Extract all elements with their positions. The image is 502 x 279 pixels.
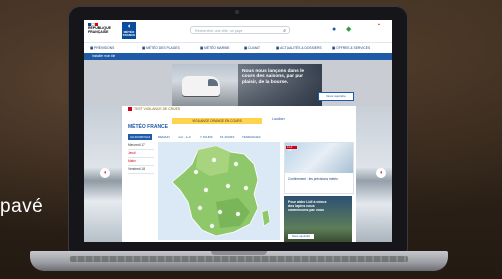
van-image xyxy=(182,76,220,96)
alert-icon[interactable]: ▲ xyxy=(372,22,386,39)
services-icon: ▣ xyxy=(332,46,336,50)
site-header: RÉPUBLIQUE FRANÇAISE ◖ MÉTÉO FRANCE Rech… xyxy=(84,20,392,42)
beach-icon: ▣ xyxy=(142,46,146,50)
brand-text: MÉTÉO FRANCE xyxy=(122,30,136,37)
day-item[interactable]: Mercredi 17 xyxy=(128,142,154,150)
forecast-tabs: AUJOURD'HUI DEMAIN J+2 - J+3 7 JOURS 15 … xyxy=(128,134,288,140)
promo-card-text: Pour aider Lidl à mieux dos lapins nous … xyxy=(288,200,327,212)
camera-icon xyxy=(235,10,239,14)
tab-15-jours[interactable]: 15 JOURS xyxy=(218,134,236,140)
keyboard xyxy=(70,256,408,262)
laptop-notch xyxy=(211,251,267,255)
laptop-screen: RÉPUBLIQUE FRANÇAISE ◖ MÉTÉO FRANCE Rech… xyxy=(84,20,392,242)
news-card[interactable]: Confinement : les prévisions météo xyxy=(284,142,354,194)
ad-text: Nous nous lançons dans le cours des sais… xyxy=(242,69,305,85)
news-icon: ▣ xyxy=(276,46,280,50)
nav-item-climat[interactable]: ▣CLIMAT xyxy=(244,46,260,50)
search-icon[interactable]: ⌕ xyxy=(283,27,286,35)
laptop-base xyxy=(30,251,448,271)
meteo-france-mark-icon: ◖ xyxy=(376,168,386,178)
france-map-svg xyxy=(171,145,271,237)
news-card-text: Confinement : les prévisions météo xyxy=(288,177,338,181)
nav-item-previsions[interactable]: ▣PRÉVISIONS xyxy=(90,46,114,50)
nav-item-actualites[interactable]: ▣ACTUALITÉS & DOSSIERS xyxy=(276,46,322,50)
tab-tendances[interactable]: TENDANCES xyxy=(240,134,263,140)
ad-button[interactable]: Nous rejoindre xyxy=(318,92,354,101)
vigilance-banner[interactable]: VIGILANCE ORANGE EN COURS xyxy=(172,118,262,124)
promo-card[interactable]: Pour aider Lidl à mieux dos lapins nous … xyxy=(284,196,352,242)
sub-bar: Installer mon tile xyxy=(84,53,392,60)
promo-card-button[interactable]: Nous rejoindre xyxy=(288,234,314,239)
france-weather-map[interactable] xyxy=(158,142,280,240)
tab-j2-j3[interactable]: J+2 - J+3 xyxy=(176,134,193,140)
right-snow-photo: ◖ xyxy=(356,106,392,242)
meteo-france-mark-icon: ◖ xyxy=(100,168,110,178)
republique-francaise-logo[interactable]: RÉPUBLIQUE FRANÇAISE xyxy=(88,23,114,39)
search-input[interactable]: Rechercher une ville, un pays ⌕ xyxy=(190,26,290,34)
user-icon[interactable]: ● xyxy=(332,25,336,34)
meteo-france-logo[interactable]: ◖ MÉTÉO FRANCE xyxy=(122,22,136,39)
subbar-link[interactable]: Installer mon tile xyxy=(92,54,115,58)
nav-item-plages[interactable]: ▣MÉTÉO DES PLAGES xyxy=(142,46,180,50)
day-item[interactable]: Jeudi xyxy=(128,150,154,158)
tab-aujourdhui[interactable]: AUJOURD'HUI xyxy=(128,134,153,140)
tagline: pavé xyxy=(0,196,44,217)
climate-icon: ▣ xyxy=(244,46,248,50)
ad-banner[interactable]: Nous nous lançons dans le cours des sais… xyxy=(172,64,322,106)
day-list: Mercredi 17 Jeudi Matin Vendredi 18 xyxy=(128,142,154,174)
republique-logo-text: RÉPUBLIQUE FRANÇAISE xyxy=(88,26,111,34)
locate-button[interactable]: Localiser xyxy=(272,117,285,121)
forecast-icon: ▣ xyxy=(90,46,94,50)
nav-item-marine[interactable]: ▣MÉTÉO MARINE xyxy=(200,46,230,50)
day-item[interactable]: Matin xyxy=(128,158,154,166)
nav-item-offres[interactable]: ▣OFFRES & SERVICES xyxy=(332,46,370,50)
panel-title: MÉTÉO FRANCE xyxy=(128,124,168,130)
forecast-panel: TEST VIGILANCE DE CRUES VIGILANCE ORANGE… xyxy=(122,106,356,242)
warning-icon xyxy=(128,107,132,112)
search-placeholder: Rechercher une ville, un pays xyxy=(195,29,243,33)
boat-icon: ▣ xyxy=(200,46,204,50)
tab-demain[interactable]: DEMAIN xyxy=(156,134,172,140)
day-item[interactable]: Vendredi 18 xyxy=(128,166,154,174)
tab-7-jours[interactable]: 7 JOURS xyxy=(198,134,215,140)
news-tag: À LA UNE xyxy=(286,146,297,152)
france-map-icon[interactable]: ◆ xyxy=(346,25,351,34)
vigilance-bar[interactable]: TEST VIGILANCE DE CRUES xyxy=(128,106,348,113)
left-snow-photo: ◖ xyxy=(84,106,122,242)
